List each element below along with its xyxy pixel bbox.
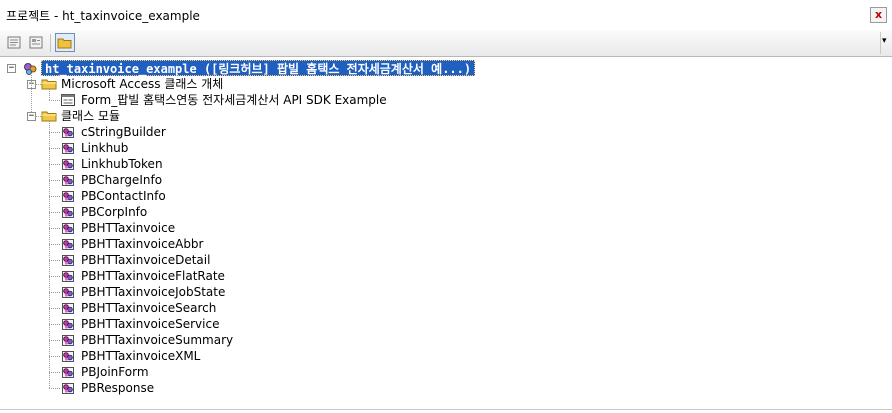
toolbar-separator: [50, 34, 51, 52]
tree-line: [49, 356, 60, 357]
tree-line: [49, 148, 60, 149]
tree-item[interactable]: PBHTTaxinvoiceAbbr: [81, 236, 203, 252]
tree-item[interactable]: PBHTTaxinvoiceXML: [81, 348, 200, 364]
folder-icon: [57, 38, 72, 49]
tree-item[interactable]: Linkhub: [81, 140, 128, 156]
tree-line: [49, 196, 60, 197]
toolbar: ▾: [0, 30, 892, 57]
tree-item[interactable]: PBHTTaxinvoiceJobState: [81, 284, 225, 300]
tree-item[interactable]: PBCorpInfo: [81, 204, 147, 220]
tree-line: [49, 276, 60, 277]
tree-line: [49, 121, 50, 388]
tree-item[interactable]: PBHTTaxinvoiceService: [81, 316, 219, 332]
tree-item[interactable]: Form_팝빌 홈택스연동 전자세금계산서 API SDK Example: [81, 92, 387, 108]
tree-item[interactable]: PBJoinForm: [81, 364, 149, 380]
tree-folder[interactable]: 클래스 모듈: [61, 108, 120, 124]
class-module-icon: [60, 332, 76, 348]
root-collapse-toggle[interactable]: −: [7, 64, 16, 73]
tree-item[interactable]: PBHTTaxinvoiceSearch: [81, 300, 216, 316]
object-view-icon: [29, 36, 43, 49]
tree-line: [49, 324, 60, 325]
tree-line: [49, 372, 60, 373]
tree-line: [49, 132, 60, 133]
tree-item[interactable]: PBResponse: [81, 380, 154, 396]
class-module-icon: [60, 188, 76, 204]
view-code-button[interactable]: [4, 33, 24, 52]
class-module-icon: [60, 220, 76, 236]
tree-line: [49, 260, 60, 261]
tree-line: [49, 244, 60, 245]
tree-line: [49, 228, 60, 229]
tree-line: [49, 388, 60, 389]
code-view-icon: [7, 36, 21, 49]
tree-line: [49, 164, 60, 165]
toolbar-overflow-button[interactable]: ▾: [880, 32, 891, 54]
class-module-icon: [60, 236, 76, 252]
tree-item[interactable]: PBHTTaxinvoiceSummary: [81, 332, 233, 348]
class-module-icon: [60, 204, 76, 220]
class-module-icon: [60, 252, 76, 268]
project-tree[interactable]: − ht_taxinvoice_example ([링크허브] 팝빌 홈택스 전자…: [0, 57, 892, 409]
form-icon: [60, 92, 76, 108]
class-module-icon: [60, 268, 76, 284]
tree-item[interactable]: PBHTTaxinvoiceDetail: [81, 252, 210, 268]
tree-item[interactable]: PBHTTaxinvoice: [81, 220, 175, 236]
bottom-border: [0, 409, 892, 410]
tree-line: [49, 292, 60, 293]
class-module-icon: [60, 156, 76, 172]
tree-line: [49, 308, 60, 309]
tree-item[interactable]: cStringBuilder: [81, 124, 166, 140]
project-icon: [22, 60, 38, 76]
class-module-icon: [60, 124, 76, 140]
class-module-icon: [60, 300, 76, 316]
class-module-icon: [60, 172, 76, 188]
tree-folder[interactable]: Microsoft Access 클래스 개체: [61, 76, 223, 92]
tree-item[interactable]: PBChargeInfo: [81, 172, 162, 188]
tree-line: [49, 212, 60, 213]
chevron-down-icon: ▾: [882, 36, 887, 46]
tree-line: [49, 89, 50, 100]
folder-collapse-toggle[interactable]: −: [27, 112, 36, 121]
close-button[interactable]: x: [870, 7, 887, 23]
title-bar: 프로젝트 - ht_taxinvoice_example x: [0, 0, 892, 30]
window-title: 프로젝트 - ht_taxinvoice_example: [6, 9, 200, 23]
class-module-icon: [60, 364, 76, 380]
tree-line: [49, 100, 60, 101]
class-module-icon: [60, 140, 76, 156]
toggle-folders-button[interactable]: [55, 33, 75, 52]
tree-line: [49, 180, 60, 181]
class-module-icon: [60, 348, 76, 364]
tree-line: [31, 73, 32, 112]
tree-line: [49, 340, 60, 341]
tree-item[interactable]: LinkhubToken: [81, 156, 163, 172]
class-module-icon: [60, 284, 76, 300]
class-module-icon: [60, 380, 76, 396]
view-object-button[interactable]: [26, 33, 46, 52]
tree-root-project[interactable]: ht_taxinvoice_example ([링크허브] 팝빌 홈택스 전자세…: [41, 60, 476, 76]
tree-item[interactable]: PBHTTaxinvoiceFlatRate: [81, 268, 225, 284]
tree-item[interactable]: PBContactInfo: [81, 188, 166, 204]
class-module-icon: [60, 316, 76, 332]
